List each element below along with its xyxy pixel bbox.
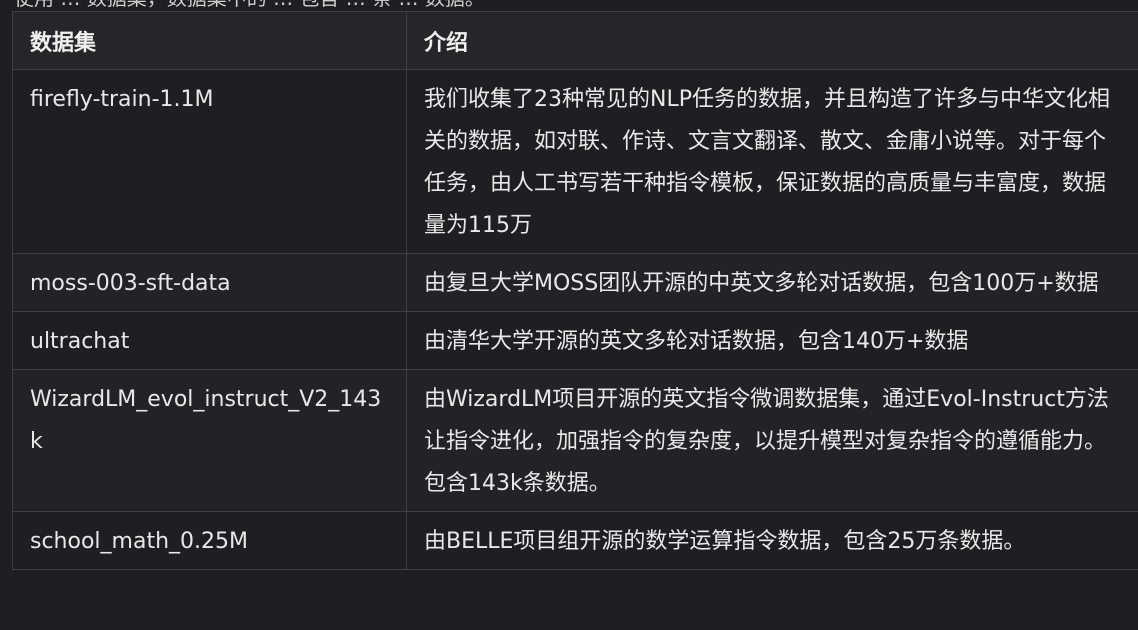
- header-description: 介绍: [406, 11, 1138, 70]
- table-row: school_math_0.25M 由BELLE项目组开源的数学运算指令数据，包…: [12, 511, 1138, 570]
- dataset-description: 由清华大学开源的英文多轮对话数据，包含140万+数据: [406, 311, 1138, 370]
- dataset-description: 由复旦大学MOSS团队开源的中英文多轮对话数据，包含100万+数据: [406, 253, 1138, 312]
- dataset-name: firefly-train-1.1M: [12, 69, 407, 254]
- table-row: moss-003-sft-data 由复旦大学MOSS团队开源的中英文多轮对话数…: [12, 253, 1138, 312]
- table-row: WizardLM_evol_instruct_V2_143k 由WizardLM…: [12, 369, 1138, 512]
- table-row: firefly-train-1.1M 我们收集了23种常见的NLP任务的数据，并…: [12, 69, 1138, 254]
- clipped-top-text: 使用 … 数据集，数据集中的 … 包含 … 条 … 数据。: [14, 0, 485, 9]
- dataset-name: WizardLM_evol_instruct_V2_143k: [12, 369, 407, 512]
- header-dataset: 数据集: [12, 11, 407, 70]
- dataset-name: moss-003-sft-data: [12, 253, 407, 312]
- table-row: ultrachat 由清华大学开源的英文多轮对话数据，包含140万+数据: [12, 311, 1138, 370]
- dataset-table: 数据集 介绍 firefly-train-1.1M 我们收集了23种常见的NLP…: [12, 11, 1138, 570]
- dataset-name: school_math_0.25M: [12, 511, 407, 570]
- dataset-description: 由WizardLM项目开源的英文指令微调数据集，通过Evol-Instruct方…: [406, 369, 1138, 512]
- table-header-row: 数据集 介绍: [12, 11, 1138, 70]
- dataset-description: 由BELLE项目组开源的数学运算指令数据，包含25万条数据。: [406, 511, 1138, 570]
- dataset-name: ultrachat: [12, 311, 407, 370]
- dataset-description: 我们收集了23种常见的NLP任务的数据，并且构造了许多与中华文化相关的数据，如对…: [406, 69, 1138, 254]
